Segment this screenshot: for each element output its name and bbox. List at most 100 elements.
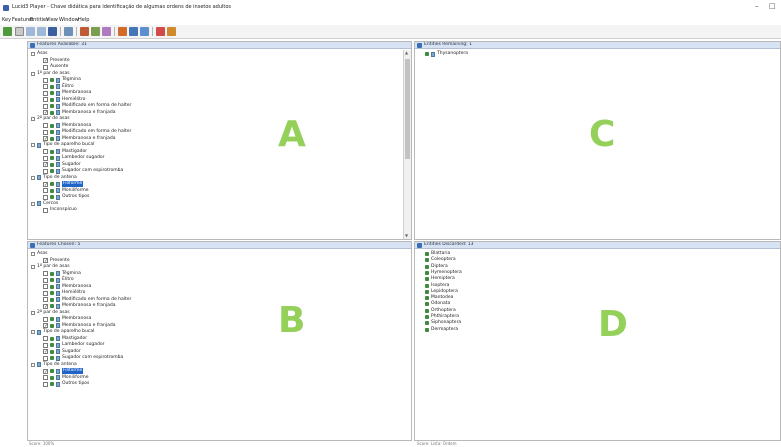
- feature-group[interactable]: 1º par de asas: [28, 264, 398, 270]
- book-icon[interactable]: [167, 27, 176, 36]
- state-checkbox[interactable]: ✓: [43, 368, 48, 374]
- state-checkbox[interactable]: [43, 97, 48, 102]
- feature-state[interactable]: ✓ Membranosa e franjada: [28, 136, 398, 142]
- expander-icon[interactable]: [31, 201, 35, 206]
- expander-icon[interactable]: [31, 265, 35, 269]
- feature-group[interactable]: 1º par de asas: [28, 71, 398, 77]
- feature-group[interactable]: Tipo de antena: [28, 175, 398, 181]
- state-checkbox[interactable]: ✓: [43, 136, 48, 142]
- scroll-up-icon[interactable]: ▲: [405, 50, 408, 55]
- menu-help[interactable]: Help: [78, 17, 89, 23]
- expander-icon[interactable]: [31, 252, 35, 256]
- state-checkbox[interactable]: [43, 149, 48, 154]
- state-checkbox[interactable]: [43, 64, 48, 70]
- state-checkbox[interactable]: [43, 381, 48, 387]
- feature-state[interactable]: Tégmina: [28, 77, 398, 83]
- prune-icon[interactable]: [91, 27, 100, 36]
- differences-icon[interactable]: [118, 27, 127, 36]
- state-checkbox[interactable]: ✓: [43, 58, 48, 64]
- state-checkbox[interactable]: [43, 355, 48, 361]
- state-checkbox[interactable]: [43, 129, 48, 135]
- state-checkbox[interactable]: [43, 271, 48, 276]
- feature-state[interactable]: Moniliforme: [28, 188, 398, 194]
- feature-state[interactable]: Membranosa: [28, 316, 398, 322]
- feature-state[interactable]: Lambedor sugador: [28, 342, 398, 348]
- paste-icon[interactable]: [37, 27, 46, 36]
- binoculars-icon[interactable]: [48, 27, 57, 36]
- feature-state[interactable]: Moniliforme: [28, 375, 398, 381]
- state-checkbox[interactable]: [43, 375, 48, 380]
- check-icon[interactable]: [156, 27, 165, 36]
- next-icon[interactable]: [140, 27, 149, 36]
- copy-icon[interactable]: [26, 27, 35, 36]
- state-checkbox[interactable]: [43, 316, 48, 322]
- feature-state[interactable]: Élitro: [28, 277, 398, 283]
- expander-icon[interactable]: [31, 175, 35, 180]
- feature-state[interactable]: Modificado em forma de halter: [28, 103, 398, 109]
- state-checkbox[interactable]: [43, 77, 48, 83]
- state-checkbox[interactable]: [43, 84, 48, 89]
- vertical-scrollbar[interactable]: ▲ ▼: [403, 50, 411, 239]
- minimize-button[interactable]: –: [755, 2, 759, 10]
- state-checkbox[interactable]: [43, 207, 48, 213]
- feature-state[interactable]: Hemiélitro: [28, 290, 398, 296]
- feature-group[interactable]: Tipo de antena: [28, 362, 398, 368]
- expander-icon[interactable]: [31, 143, 35, 147]
- feature-state[interactable]: ✓ Membranosa e franjada: [28, 303, 398, 309]
- feature-state[interactable]: ✓ Membranosa e franjada: [28, 323, 398, 329]
- state-checkbox[interactable]: ✓: [43, 162, 48, 168]
- feature-state[interactable]: ✓ Sugador: [28, 349, 398, 355]
- state-checkbox[interactable]: [43, 90, 48, 96]
- tools-icon[interactable]: [80, 27, 89, 36]
- feature-state[interactable]: ✓ Sugador: [28, 162, 398, 168]
- feature-group[interactable]: Asas: [28, 51, 398, 57]
- expander-icon[interactable]: [31, 362, 35, 367]
- feature-state[interactable]: Sugador com espirotromba: [28, 355, 398, 361]
- menu-window[interactable]: Window: [59, 17, 79, 23]
- state-checkbox[interactable]: [43, 297, 48, 302]
- feature-state[interactable]: ✓ Presente: [28, 258, 398, 264]
- scroll-thumb[interactable]: [405, 59, 410, 159]
- wand-icon[interactable]: [102, 27, 111, 36]
- feature-state[interactable]: Sugador com espirotromba: [28, 168, 398, 174]
- state-checkbox[interactable]: [43, 194, 48, 200]
- expander-icon[interactable]: [31, 71, 35, 76]
- scroll-down-icon[interactable]: ▼: [405, 233, 408, 238]
- feature-state[interactable]: Élitro: [28, 84, 398, 90]
- best-icon[interactable]: [129, 27, 138, 36]
- feature-state[interactable]: Mastigador: [28, 149, 398, 155]
- feature-state[interactable]: ✓ Filiforme: [28, 368, 398, 374]
- state-checkbox[interactable]: ✓: [43, 258, 48, 264]
- feature-state[interactable]: Membranosa: [28, 123, 398, 129]
- feature-group[interactable]: Tipo de aparelho bucal: [28, 329, 398, 335]
- state-checkbox[interactable]: [43, 290, 48, 296]
- feature-group[interactable]: 2º par de asas: [28, 116, 398, 122]
- state-checkbox[interactable]: [43, 168, 48, 174]
- open-icon[interactable]: [15, 27, 24, 36]
- state-checkbox[interactable]: [43, 284, 48, 289]
- state-checkbox[interactable]: ✓: [43, 349, 48, 355]
- feature-state[interactable]: Hemiélitro: [28, 97, 398, 103]
- feature-state[interactable]: Mastigador: [28, 336, 398, 342]
- expander-icon[interactable]: [31, 330, 35, 334]
- feature-group[interactable]: Cercos: [28, 201, 398, 207]
- state-checkbox[interactable]: ✓: [43, 323, 48, 329]
- state-checkbox[interactable]: [43, 188, 48, 193]
- feature-state[interactable]: Lambedor sugador: [28, 155, 398, 161]
- state-checkbox[interactable]: ✓: [43, 110, 48, 116]
- filter-icon[interactable]: [64, 27, 73, 36]
- state-checkbox[interactable]: [43, 277, 48, 283]
- state-checkbox[interactable]: ✓: [43, 181, 48, 187]
- feature-state[interactable]: Modificado em forma de halter: [28, 129, 398, 135]
- state-checkbox[interactable]: [43, 336, 48, 341]
- state-checkbox[interactable]: ✓: [43, 303, 48, 309]
- state-checkbox[interactable]: [43, 123, 48, 128]
- feature-state[interactable]: Membranosa: [28, 284, 398, 290]
- feature-group[interactable]: Tipo de aparelho bucal: [28, 142, 398, 148]
- expander-icon[interactable]: [31, 310, 35, 315]
- menu-key[interactable]: Key: [2, 17, 11, 23]
- feature-state[interactable]: ✓ Membranosa e franjada: [28, 110, 398, 116]
- state-checkbox[interactable]: [43, 342, 48, 348]
- state-checkbox[interactable]: [43, 103, 48, 109]
- feature-state[interactable]: Outros tipos: [28, 381, 398, 387]
